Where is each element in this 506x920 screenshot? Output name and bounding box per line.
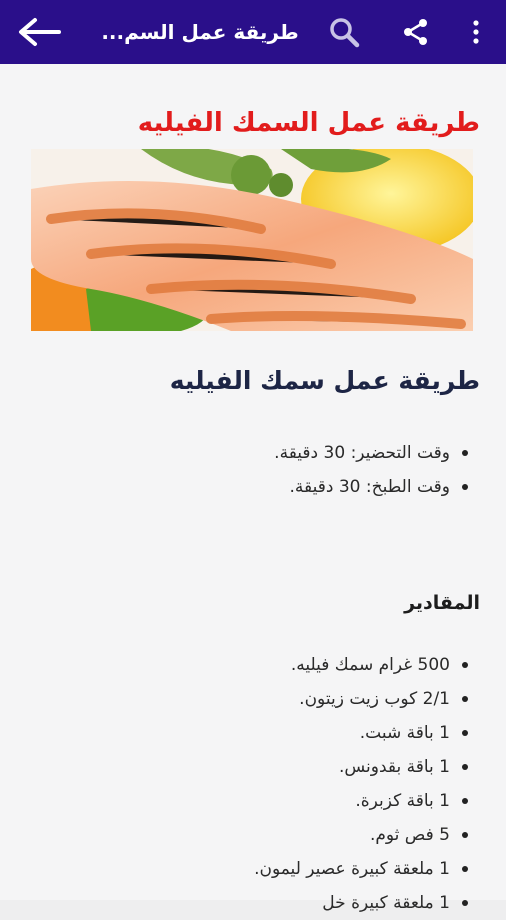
article-title: طريقة عمل السمك الفيليه [137,108,480,138]
ingredients-list: 500 غرام سمك فيليه. 2/1 كوب زيت زيتون. 1… [254,648,468,920]
list-item: 1 باقة بقدونس. [254,750,468,784]
list-item: 500 غرام سمك فيليه. [254,648,468,682]
list-item: وقت الطبخ: 30 دقيقة. [274,470,468,504]
app-bar: طريقة عمل السم... [0,0,506,64]
list-item: 2/1 كوب زيت زيتون. [254,682,468,716]
overflow-menu-button[interactable] [462,14,490,50]
share-button[interactable] [398,14,434,50]
list-item: 1 باقة كزبرة. [254,784,468,818]
more-vert-icon [473,20,479,44]
list-item: 1 ملعقة كبيرة عصير ليمون. [254,852,468,886]
time-list: وقت التحضير: 30 دقيقة. وقت الطبخ: 30 دقي… [274,436,468,504]
list-item: 1 باقة شبت. [254,716,468,750]
share-icon [404,19,427,45]
list-item: وقت التحضير: 30 دقيقة. [274,436,468,470]
article-image [31,149,473,331]
arrow-back-icon [19,18,61,46]
app-bar-title: طريقة عمل السم... [101,20,299,44]
search-button[interactable] [326,14,362,50]
article-content: طريقة عمل السمك الفيليه طريقة عمل سمك ال… [0,64,506,913]
list-item: 5 فص ثوم. [254,818,468,852]
back-button[interactable] [14,14,64,50]
recipe-heading: طريقة عمل سمك الفيليه [169,366,480,395]
ingredients-heading: المقادير [404,592,480,614]
search-icon [330,18,360,48]
list-item: 1 ملعقة كبيرة خل [254,886,468,920]
